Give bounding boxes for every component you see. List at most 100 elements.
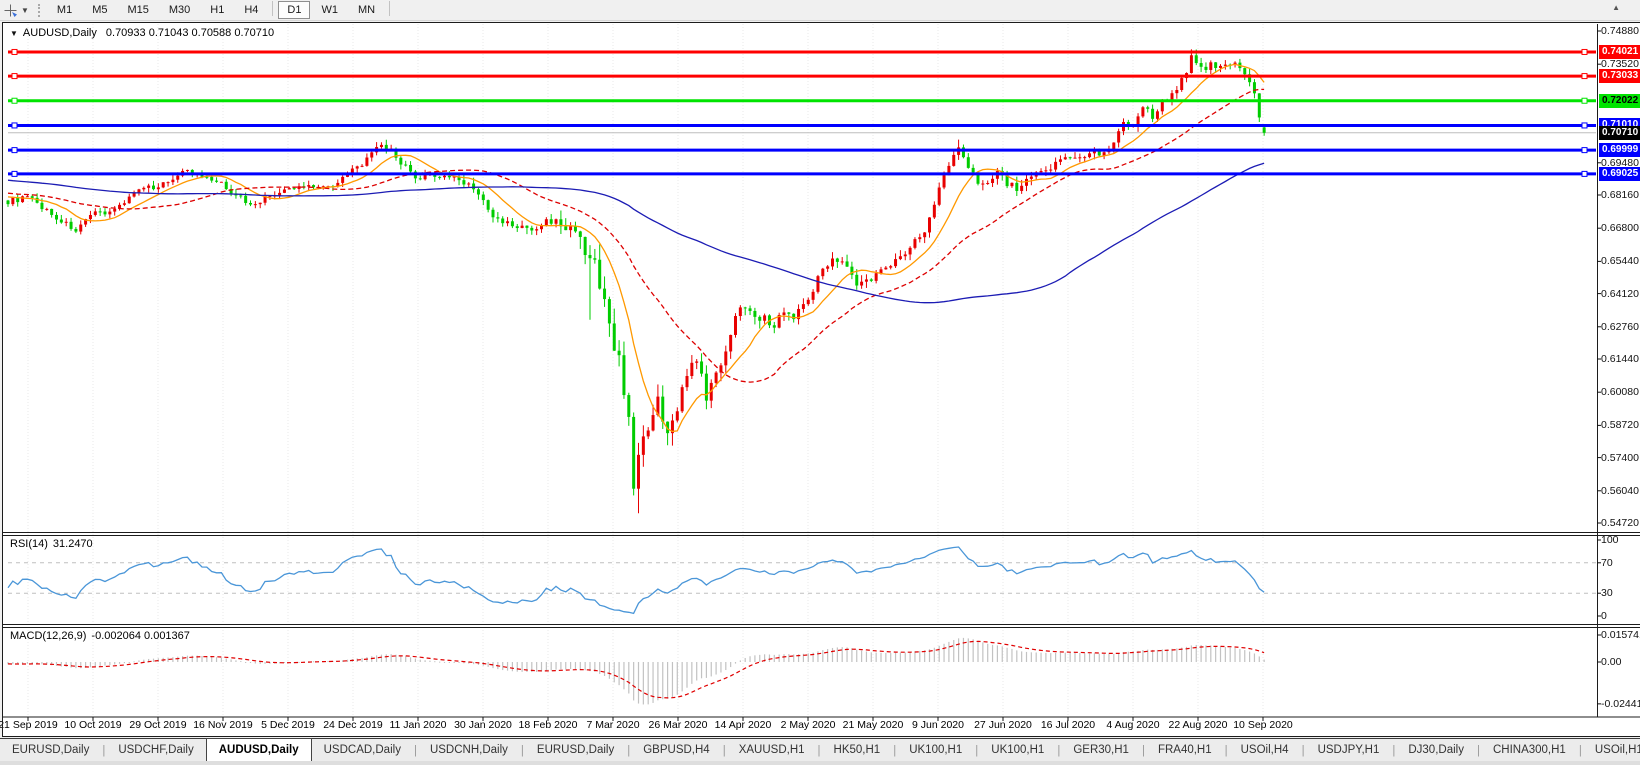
candle-body bbox=[991, 178, 995, 184]
date-label[interactable]: 21 May 2020 bbox=[837, 719, 909, 731]
candle-body bbox=[1020, 185, 1024, 191]
price-chart-canvas[interactable] bbox=[0, 0, 1640, 765]
candle-body bbox=[1039, 170, 1043, 173]
level-price-label[interactable]: 0.69025 bbox=[1599, 166, 1640, 181]
macd-histogram-bar bbox=[12, 662, 14, 665]
macd-histogram-bar bbox=[536, 662, 538, 672]
date-label[interactable]: 30 Jan 2020 bbox=[447, 719, 519, 731]
candle-body bbox=[341, 176, 345, 183]
macd-histogram-bar bbox=[1176, 648, 1178, 662]
candle-body bbox=[1083, 157, 1087, 159]
macd-tick-label: -0.024412 bbox=[1601, 697, 1640, 710]
date-label[interactable]: 18 Feb 2020 bbox=[512, 719, 584, 731]
chart-tab-eurusd-daily[interactable]: EURUSD,Daily bbox=[525, 740, 626, 761]
candle-body bbox=[132, 192, 136, 197]
macd-histogram-bar bbox=[211, 656, 213, 662]
chart-tab-usdchf-daily[interactable]: USDCHF,Daily bbox=[106, 740, 205, 761]
chart-tab-dj30-daily[interactable]: DJ30,Daily bbox=[1396, 740, 1476, 761]
macd-histogram-bar bbox=[434, 661, 436, 663]
chart-tab-ger30-h1[interactable]: GER30,H1 bbox=[1061, 740, 1141, 761]
date-label[interactable]: 5 Dec 2019 bbox=[252, 719, 324, 731]
chart-tab-hk50-h1[interactable]: HK50,H1 bbox=[822, 740, 893, 761]
chart-tab-usdcad-daily[interactable]: USDCAD,Daily bbox=[312, 740, 413, 761]
macd-histogram-bar bbox=[943, 643, 945, 662]
candle-body bbox=[578, 231, 582, 237]
candle-body bbox=[438, 176, 442, 178]
macd-histogram-bar bbox=[759, 654, 761, 662]
candle-body bbox=[171, 179, 175, 183]
macd-histogram-bar bbox=[856, 649, 858, 662]
macd-histogram-bar bbox=[579, 662, 581, 670]
macd-histogram-bar bbox=[327, 660, 329, 662]
level-price-label[interactable]: 0.74021 bbox=[1599, 44, 1640, 59]
macd-histogram-bar bbox=[186, 655, 189, 662]
chart-tab-fra40-h1[interactable]: FRA40,H1 bbox=[1146, 740, 1224, 761]
chart-tab-uk100-h1[interactable]: UK100,H1 bbox=[979, 740, 1056, 761]
macd-histogram-bar bbox=[1045, 652, 1047, 662]
chart-tab-uk100-h1[interactable]: UK100,H1 bbox=[897, 740, 974, 761]
level-price-label[interactable]: 0.69999 bbox=[1599, 143, 1640, 158]
chart-tab-usdjpy-h1[interactable]: USDJPY,H1 bbox=[1306, 740, 1392, 761]
macd-histogram-bar bbox=[875, 652, 877, 662]
price-tick-label: 0.54720 bbox=[1601, 517, 1639, 529]
date-label[interactable]: 11 Jan 2020 bbox=[382, 719, 454, 731]
date-label[interactable]: 26 Mar 2020 bbox=[642, 719, 714, 731]
chart-menu-icon[interactable]: ▼ bbox=[10, 29, 18, 38]
macd-histogram-bar bbox=[657, 662, 659, 701]
macd-histogram-bar bbox=[41, 662, 43, 665]
macd-histogram-bar bbox=[60, 662, 62, 667]
date-label[interactable]: 16 Jul 2020 bbox=[1032, 719, 1104, 731]
candle-body bbox=[152, 185, 155, 190]
price-tick-label: 0.56040 bbox=[1601, 484, 1639, 497]
macd-histogram-bar bbox=[1069, 652, 1071, 662]
date-label[interactable]: 4 Aug 2020 bbox=[1097, 719, 1169, 731]
candle-body bbox=[835, 258, 839, 262]
date-label[interactable]: 10 Oct 2019 bbox=[57, 719, 129, 731]
candle-body bbox=[661, 396, 665, 422]
chart-tab-gbpusd-h4[interactable]: GBPUSD,H4 bbox=[631, 740, 721, 761]
macd-histogram-bar bbox=[380, 654, 383, 662]
chart-tab-eurusd-daily[interactable]: EURUSD,Daily bbox=[0, 740, 101, 761]
date-label[interactable]: 9 Jun 2020 bbox=[902, 719, 974, 731]
candle-body bbox=[399, 157, 403, 165]
trading-terminal: ▼ M1 M5 M15 M30 H1 H4 D1 W1 MN ▲ ▼ AUDUSD,Daily … bbox=[0, 0, 1640, 765]
date-label[interactable]: 2 May 2020 bbox=[772, 719, 844, 731]
chart-tab-usoil-h1[interactable]: USOil,H1 bbox=[1583, 740, 1640, 761]
date-label[interactable]: 24 Dec 2019 bbox=[317, 719, 389, 731]
macd-histogram-bar bbox=[152, 658, 155, 662]
level-price-label[interactable]: 0.73033 bbox=[1599, 69, 1640, 84]
macd-histogram-bar bbox=[1215, 646, 1217, 662]
chart-tab-xauusd-h1[interactable]: XAUUSD,H1 bbox=[727, 740, 817, 761]
price-tick-label: 0.57400 bbox=[1601, 451, 1639, 464]
chart-tab-china300-h1[interactable]: CHINA300,H1 bbox=[1481, 740, 1578, 761]
macd-histogram-bar bbox=[215, 657, 218, 662]
macd-histogram-bar bbox=[1108, 654, 1110, 662]
candle-body bbox=[724, 351, 728, 366]
date-label[interactable]: 10 Sep 2020 bbox=[1227, 719, 1299, 731]
level-handle bbox=[1581, 147, 1588, 154]
macd-histogram-bar bbox=[502, 662, 504, 671]
macd-histogram-bar bbox=[385, 654, 387, 662]
macd-histogram-bar bbox=[599, 662, 601, 674]
chart-tab-usoil-h4[interactable]: USOil,H4 bbox=[1229, 740, 1301, 761]
date-label[interactable]: 16 Nov 2019 bbox=[187, 719, 259, 731]
macd-histogram-bar bbox=[633, 662, 635, 701]
date-label[interactable]: 14 Apr 2020 bbox=[707, 719, 779, 731]
macd-histogram-bar bbox=[700, 662, 703, 679]
candle-body bbox=[1209, 62, 1213, 70]
level-price-label[interactable]: 0.72022 bbox=[1599, 93, 1640, 108]
candle-body bbox=[811, 291, 815, 300]
macd-histogram-bar bbox=[861, 650, 863, 662]
macd-histogram-bar bbox=[739, 660, 741, 662]
date-label[interactable]: 21 Sep 2019 bbox=[0, 719, 64, 731]
date-label[interactable]: 29 Oct 2019 bbox=[122, 719, 194, 731]
chart-tab-audusd-daily[interactable]: AUDUSD,Daily bbox=[205, 738, 312, 761]
macd-histogram-bar bbox=[439, 661, 441, 663]
macd-histogram-bar bbox=[1001, 646, 1003, 662]
date-label[interactable]: 7 Mar 2020 bbox=[577, 719, 649, 731]
candle-body bbox=[700, 361, 704, 374]
candle-body bbox=[869, 279, 873, 281]
date-label[interactable]: 22 Aug 2020 bbox=[1162, 719, 1234, 731]
date-label[interactable]: 27 Jun 2020 bbox=[967, 719, 1039, 731]
chart-tab-usdcnh-daily[interactable]: USDCNH,Daily bbox=[418, 740, 520, 761]
